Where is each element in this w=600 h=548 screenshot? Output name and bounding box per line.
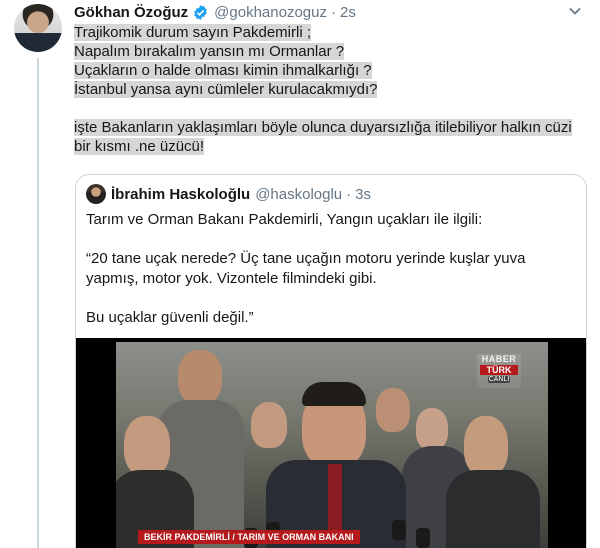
quoted-tweet-text: Tarım ve Orman Bakanı Pakdemirli, Yangın… — [86, 210, 576, 328]
author-avatar[interactable] — [14, 4, 62, 52]
quoted-tweet-card[interactable]: İbrahim Haskoloğlu @haskologlu · 3s Tarı… — [75, 174, 587, 548]
channel-logo: HABER TÜRK CANLI — [477, 354, 521, 388]
quoted-text-line: Tarım ve Orman Bakanı Pakdemirli, Yangın… — [86, 211, 483, 228]
person-hair — [302, 382, 366, 406]
channel-name: HABER — [481, 354, 517, 364]
verified-badge-icon — [194, 4, 207, 20]
author-handle[interactable]: @gokhanozoguz — [214, 4, 327, 21]
channel-name-2: TÜRK — [480, 365, 518, 375]
thread-line — [37, 58, 39, 548]
tweet-text-line: bir kısmı .ne üzücü! — [74, 138, 205, 155]
tweet[interactable]: Gökhan Özoğuz @gokhanozoguz · 2s Trajiko… — [0, 0, 600, 548]
quoted-author-name[interactable]: İbrahim Haskoloğlu — [111, 186, 250, 203]
tweet-text: Trajikomik durum sayın Pakdemirli ; Napa… — [74, 23, 592, 156]
person-figure — [446, 470, 540, 548]
quoted-timestamp[interactable]: 3s — [355, 186, 371, 203]
person-figure — [251, 402, 287, 448]
tweet-text-line: Uçakların o halde olması kimin ihmalkarl… — [74, 62, 372, 79]
lower-third-caption: BEKİR PAKDEMİRLİ / TARIM VE ORMAN BAKANI — [138, 530, 360, 544]
quoted-tweet-header: İbrahim Haskoloğlu @haskologlu · 3s — [86, 184, 371, 204]
quoted-author-avatar[interactable] — [86, 184, 106, 204]
live-badge: CANLI — [488, 376, 510, 383]
person-figure — [416, 408, 448, 450]
person-figure — [376, 388, 410, 432]
person-tie — [328, 464, 342, 538]
person-figure — [178, 350, 222, 404]
video-player[interactable]: HABER TÜRK CANLI BEKİR PAKDEMİRLİ / TARI… — [76, 338, 586, 548]
microphone — [416, 528, 430, 548]
person-figure — [124, 416, 170, 476]
tweet-header: Gökhan Özoğuz @gokhanozoguz · 2s — [74, 2, 356, 22]
separator: · — [330, 3, 336, 21]
tweet-text-line: Napalım bırakalım yansın mı Ormanlar ? — [74, 43, 345, 60]
tweet-text-line: işte Bakanların yaklaşımları böyle olunc… — [74, 119, 572, 136]
video-frame: HABER TÜRK CANLI BEKİR PAKDEMİRLİ / TARI… — [116, 342, 548, 548]
author-name[interactable]: Gökhan Özoğuz — [74, 4, 188, 21]
timestamp[interactable]: 2s — [340, 4, 356, 21]
tweet-text-line: İstanbul yansa aynı cümleler kurulacakmı… — [74, 81, 378, 98]
person-figure — [464, 416, 508, 476]
tweet-text-line: Trajikomik durum sayın Pakdemirli ; — [74, 24, 312, 41]
quoted-text-line: Bu uçaklar güvenli değil.” — [86, 309, 254, 326]
chevron-down-icon[interactable] — [568, 6, 582, 16]
quoted-author-handle[interactable]: @haskologlu — [255, 186, 342, 203]
microphone — [392, 520, 406, 540]
separator: · — [346, 185, 352, 203]
quoted-text-line: “20 tane uçak nerede? Üç tane uçağın mot… — [86, 250, 526, 267]
quoted-text-line: yapmış, motor yok. Vizontele filmindeki … — [86, 270, 377, 287]
